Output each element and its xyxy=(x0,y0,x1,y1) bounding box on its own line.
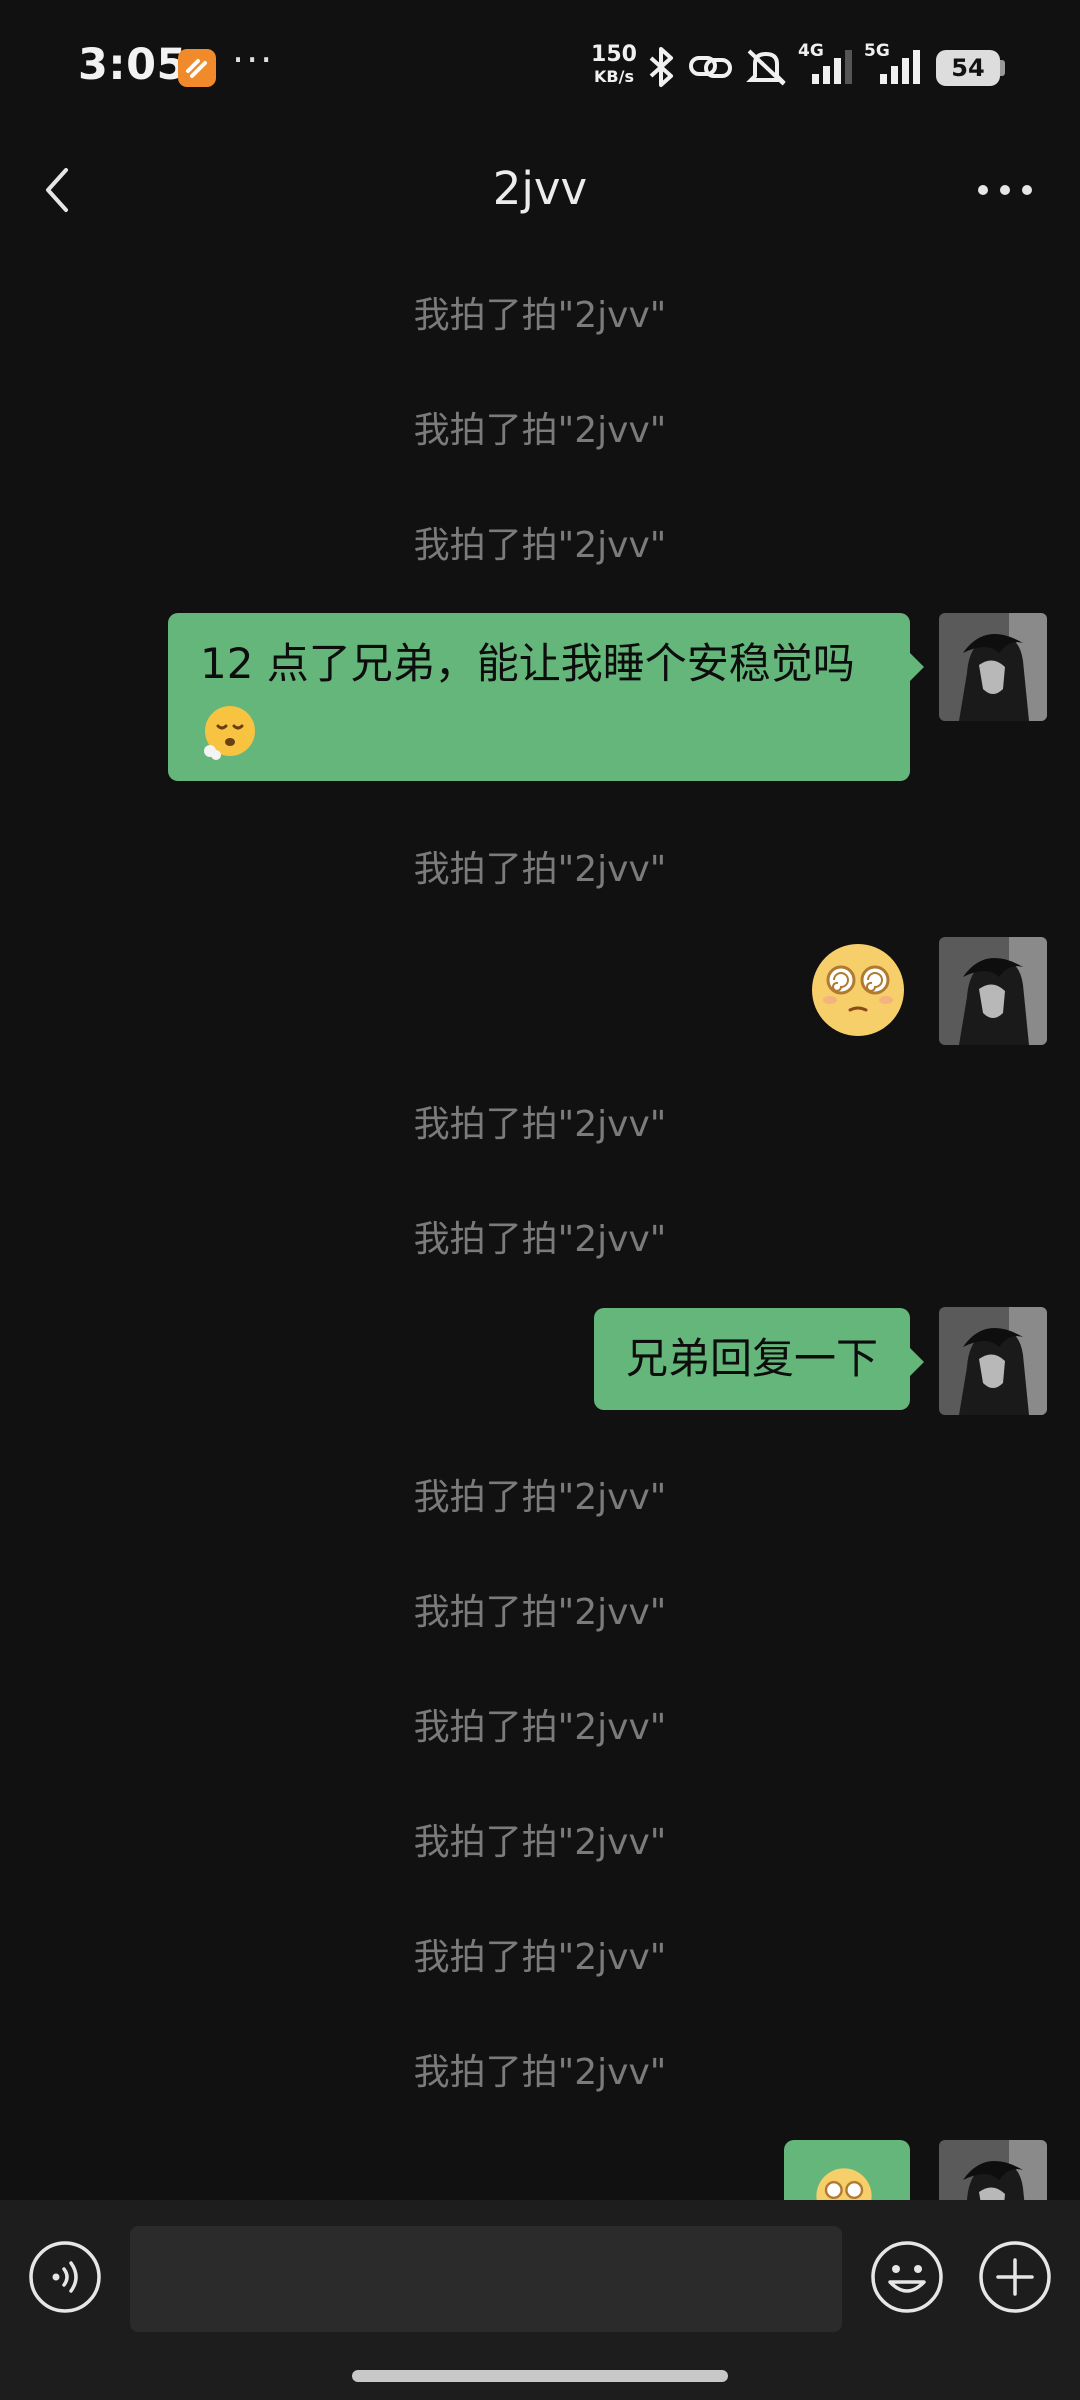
message-list[interactable]: 我拍了拍"2jvv" 我拍了拍"2jvv" 我拍了拍"2jvv" 12 点了兄弟… xyxy=(0,240,1080,2200)
message-text: 兄弟回复一下 xyxy=(625,1334,878,1383)
chat-title: 2jvv xyxy=(492,162,588,215)
outgoing-message-bubble[interactable]: 12 点了兄弟，能让我睡个安稳觉吗 xyxy=(168,613,924,781)
pat-notice: 我拍了拍"2jvv" xyxy=(413,1477,667,1518)
mute-icon xyxy=(746,49,786,86)
outgoing-message-bubble[interactable]: 兄弟回复一下 xyxy=(593,1308,925,1410)
more-horizontal-icon xyxy=(978,185,1032,195)
pat-notice: 我拍了拍"2jvv" xyxy=(413,2052,667,2093)
my-avatar[interactable] xyxy=(939,937,1047,1045)
status-overflow-dots: ··· xyxy=(232,38,275,82)
battery-tip xyxy=(1000,60,1005,76)
signal-5g-icon: 5G xyxy=(864,41,920,84)
my-avatar[interactable] xyxy=(939,1307,1047,1415)
emoji-button[interactable] xyxy=(870,2240,944,2314)
voice-icon xyxy=(29,2241,101,2313)
pat-notice: 我拍了拍"2jvv" xyxy=(413,410,667,451)
home-indicator[interactable] xyxy=(352,2370,728,2382)
bluetooth-icon xyxy=(649,47,673,87)
pat-notice: 我拍了拍"2jvv" xyxy=(413,1219,667,1260)
pat-notice: 我拍了拍"2jvv" xyxy=(413,1822,667,1863)
more-options-button[interactable] xyxy=(970,170,1040,210)
outgoing-sticker-bubble[interactable] xyxy=(784,2140,910,2200)
more-functions-button[interactable] xyxy=(978,2240,1052,2314)
status-bar: 3:05 ··· 150 KB/s 4G 5G 54 xyxy=(0,0,1080,130)
pat-notice: 我拍了拍"2jvv" xyxy=(413,295,667,336)
svg-text:5G: 5G xyxy=(864,41,890,61)
message-text: 12 点了兄弟，能让我睡个安稳觉吗 xyxy=(200,639,855,688)
my-avatar[interactable] xyxy=(939,613,1047,721)
network-speed-unit: KB/s xyxy=(594,67,634,86)
chat-screen: 3:05 ··· 150 KB/s 4G 5G 54 2jvv 我拍了拍"2jv… xyxy=(0,0,1080,2400)
dizzy-face-emoji xyxy=(816,2168,872,2200)
voice-input-button[interactable] xyxy=(28,2240,102,2314)
sigh-face-emoji xyxy=(204,705,255,760)
pat-notice: 我拍了拍"2jvv" xyxy=(413,525,667,566)
plus-circle-icon xyxy=(979,2241,1051,2313)
signal-4g-icon: 4G xyxy=(798,41,852,84)
battery-indicator: 54 xyxy=(936,50,1000,86)
hotspot-icon xyxy=(689,56,732,78)
network-speed: 150 KB/s xyxy=(584,44,644,88)
dizzy-face-emoji[interactable] xyxy=(808,940,908,1040)
pat-notice: 我拍了拍"2jvv" xyxy=(413,1592,667,1633)
pat-notice: 我拍了拍"2jvv" xyxy=(413,1937,667,1978)
pat-notice: 我拍了拍"2jvv" xyxy=(413,849,667,890)
svg-text:4G: 4G xyxy=(798,41,824,61)
pat-notice: 我拍了拍"2jvv" xyxy=(413,1104,667,1145)
network-speed-value: 150 xyxy=(591,42,637,67)
pat-notice: 我拍了拍"2jvv" xyxy=(413,1707,667,1748)
my-avatar[interactable] xyxy=(939,2140,1047,2200)
status-time: 3:05 xyxy=(78,40,187,90)
app-notification-icon xyxy=(178,49,216,87)
smiley-icon xyxy=(871,2241,943,2313)
message-input[interactable] xyxy=(130,2226,842,2332)
